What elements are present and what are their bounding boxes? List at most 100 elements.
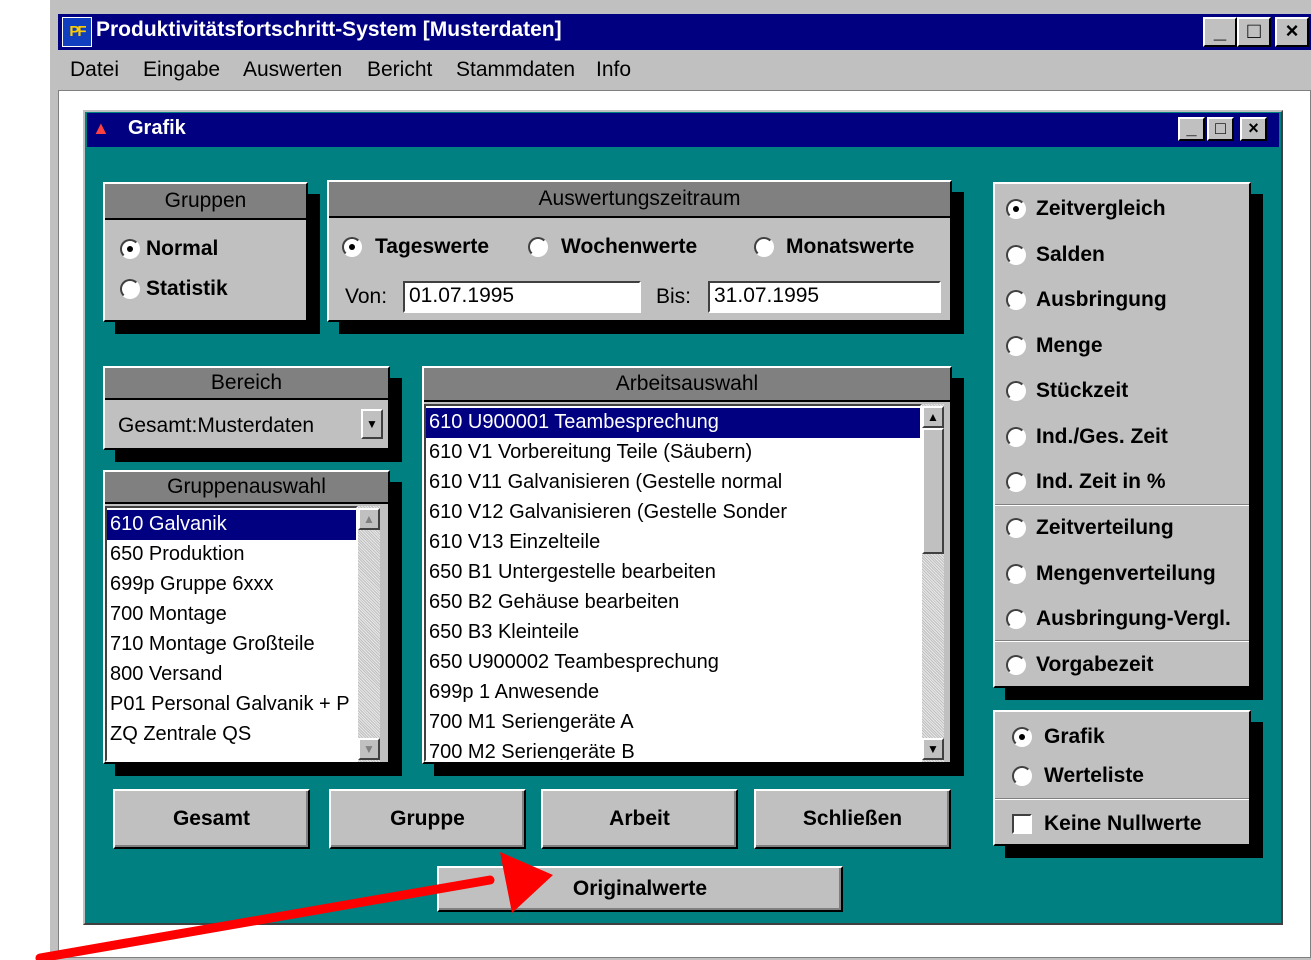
radio-stueckzeit[interactable] — [1006, 381, 1026, 401]
bereich-select-value[interactable]: Gesamt:Musterdaten — [118, 414, 314, 438]
gruppenauswahl-scrollbar[interactable] — [358, 506, 380, 762]
radio-zeitverteilung-label[interactable]: Zeitverteilung — [1036, 516, 1174, 540]
radio-ausbringung-vergl[interactable] — [1006, 609, 1026, 629]
list-item[interactable]: 710 Montage Großteile — [107, 630, 356, 660]
radio-menge-label[interactable]: Menge — [1036, 334, 1103, 358]
chevron-down-icon[interactable]: ▼ — [361, 409, 383, 439]
list-item[interactable]: 650 Produktion — [107, 540, 356, 570]
child-maximize-icon[interactable]: □ — [1207, 117, 1234, 141]
close-icon[interactable]: × — [1275, 17, 1309, 47]
gesamt-button[interactable]: Gesamt — [113, 789, 310, 849]
radio-zeitvergleich[interactable] — [1006, 199, 1026, 219]
scroll-up-icon[interactable]: ▲ — [358, 508, 380, 530]
arbeit-button[interactable]: Arbeit — [541, 789, 738, 849]
list-item[interactable]: 610 V13 Einzelteile — [426, 528, 920, 558]
list-item[interactable]: 650 U900002 Teambesprechung — [426, 648, 920, 678]
radio-zeitverteilung[interactable] — [1006, 518, 1026, 538]
von-label: Von: — [345, 285, 388, 308]
radio-wochenwerte[interactable] — [528, 237, 548, 257]
list-item[interactable]: 650 B3 Kleinteile — [426, 618, 920, 648]
radio-zeitvergleich-label[interactable]: Zeitvergleich — [1036, 197, 1166, 221]
radio-tageswerte-label[interactable]: Tageswerte — [375, 235, 489, 259]
originalwerte-button[interactable]: Originalwerte — [437, 866, 843, 912]
menu-datei[interactable]: Datei — [70, 58, 119, 82]
menu-bericht[interactable]: Bericht — [367, 58, 432, 82]
child-close-icon[interactable]: × — [1240, 117, 1267, 141]
gruppe-button[interactable]: Gruppe — [329, 789, 526, 849]
list-item[interactable]: 610 Galvanik — [107, 509, 356, 541]
radio-salden-label[interactable]: Salden — [1036, 243, 1105, 267]
radio-statistik[interactable] — [120, 279, 140, 299]
list-item[interactable]: ZQ Zentrale QS — [107, 720, 356, 750]
radio-normal[interactable] — [120, 239, 140, 259]
zeitraum-heading: Auswertungszeitraum — [329, 182, 950, 218]
menu-eingabe[interactable]: Eingabe — [143, 58, 220, 82]
menu-stammdaten[interactable]: Stammdaten — [456, 58, 575, 82]
list-item[interactable]: 800 Versand — [107, 660, 356, 690]
radio-stueckzeit-label[interactable]: Stückzeit — [1036, 379, 1128, 403]
grafik-title: Grafik — [128, 117, 186, 139]
divider — [995, 640, 1249, 642]
app-title: Produktivitätsfortschritt-System [Muster… — [96, 18, 562, 41]
menu-auswerten[interactable]: Auswerten — [243, 58, 342, 82]
radio-salden[interactable] — [1006, 245, 1026, 265]
divider — [995, 504, 1249, 506]
radio-grafik[interactable] — [1012, 727, 1032, 747]
divider — [995, 798, 1249, 800]
child-minimize-icon[interactable]: _ — [1178, 117, 1205, 141]
radio-ausbringung-label[interactable]: Ausbringung — [1036, 288, 1167, 312]
list-item[interactable]: 650 B2 Gehäuse bearbeiten — [426, 588, 920, 618]
radio-normal-label[interactable]: Normal — [146, 237, 218, 261]
minimize-icon[interactable]: _ — [1203, 17, 1237, 47]
bis-date-field[interactable]: 31.07.1995 — [708, 281, 941, 313]
scroll-down-icon[interactable]: ▼ — [922, 738, 944, 760]
radio-statistik-label[interactable]: Statistik — [146, 277, 228, 301]
radio-ausbringung-vergl-label[interactable]: Ausbringung-Vergl. — [1036, 607, 1231, 631]
arbeitsauswahl-list[interactable]: 610 U900001 Teambesprechung 610 V1 Vorbe… — [424, 404, 922, 762]
list-item[interactable]: 699p Gruppe 6xxx — [107, 570, 356, 600]
scroll-up-icon[interactable]: ▲ — [922, 406, 944, 428]
radio-monatswerte[interactable] — [754, 237, 774, 257]
list-item[interactable]: 650 B1 Untergestelle bearbeiten — [426, 558, 920, 588]
app-logo-icon[interactable]: PF — [62, 17, 92, 47]
radio-ind-zeit-prozent-label[interactable]: Ind. Zeit in % — [1036, 470, 1166, 494]
list-item[interactable]: 700 Montage — [107, 600, 356, 630]
radio-mengenverteilung-label[interactable]: Mengenverteilung — [1036, 562, 1216, 586]
radio-grafik-label[interactable]: Grafik — [1044, 725, 1105, 749]
radio-ausbringung[interactable] — [1006, 290, 1026, 310]
keine-nullwerte-label[interactable]: Keine Nullwerte — [1044, 812, 1202, 836]
list-item[interactable]: 610 V1 Vorbereitung Teile (Säubern) — [426, 438, 920, 468]
maximize-icon[interactable]: □ — [1237, 17, 1271, 47]
von-date-field[interactable]: 01.07.1995 — [403, 281, 641, 313]
list-item[interactable]: 610 V12 Galvanisieren (Gestelle Sonder — [426, 498, 920, 528]
list-item[interactable]: 699p 1 Anwesende — [426, 678, 920, 708]
radio-monatswerte-label[interactable]: Monatswerte — [786, 235, 914, 259]
grafik-window-icon[interactable]: ▲ — [92, 118, 122, 142]
grafik-titlebar[interactable] — [87, 113, 1279, 147]
schliessen-button[interactable]: Schließen — [754, 789, 951, 849]
keine-nullwerte-checkbox[interactable] — [1012, 814, 1032, 834]
bis-label: Bis: — [656, 285, 692, 308]
scrollbar-thumb[interactable] — [922, 428, 944, 554]
menu-info[interactable]: Info — [596, 58, 631, 82]
radio-menge[interactable] — [1006, 336, 1026, 356]
gruppenauswahl-heading: Gruppenauswahl — [105, 472, 388, 504]
radio-vorgabezeit-label[interactable]: Vorgabezeit — [1036, 653, 1153, 677]
list-item[interactable]: P01 Personal Galvanik + P — [107, 690, 356, 720]
list-item[interactable]: 610 U900001 Teambesprechung — [426, 407, 920, 439]
gruppenauswahl-list[interactable]: 610 Galvanik 650 Produktion 699p Gruppe … — [105, 506, 358, 762]
radio-ind-zeit-prozent[interactable] — [1006, 472, 1026, 492]
radio-werteliste[interactable] — [1012, 766, 1032, 786]
list-item[interactable]: 700 M1 Seriengeräte A — [426, 708, 920, 738]
radio-tageswerte[interactable] — [342, 237, 362, 257]
radio-ind-ges-zeit-label[interactable]: Ind./Ges. Zeit — [1036, 425, 1168, 449]
radio-mengenverteilung[interactable] — [1006, 564, 1026, 584]
radio-ind-ges-zeit[interactable] — [1006, 427, 1026, 447]
list-item[interactable]: 700 M2 Seriengeräte B — [426, 738, 920, 760]
radio-werteliste-label[interactable]: Werteliste — [1044, 764, 1144, 788]
scroll-down-icon[interactable]: ▼ — [358, 738, 380, 760]
gruppen-heading: Gruppen — [105, 184, 306, 220]
radio-wochenwerte-label[interactable]: Wochenwerte — [561, 235, 697, 259]
list-item[interactable]: 610 V11 Galvanisieren (Gestelle normal — [426, 468, 920, 498]
radio-vorgabezeit[interactable] — [1006, 655, 1026, 675]
